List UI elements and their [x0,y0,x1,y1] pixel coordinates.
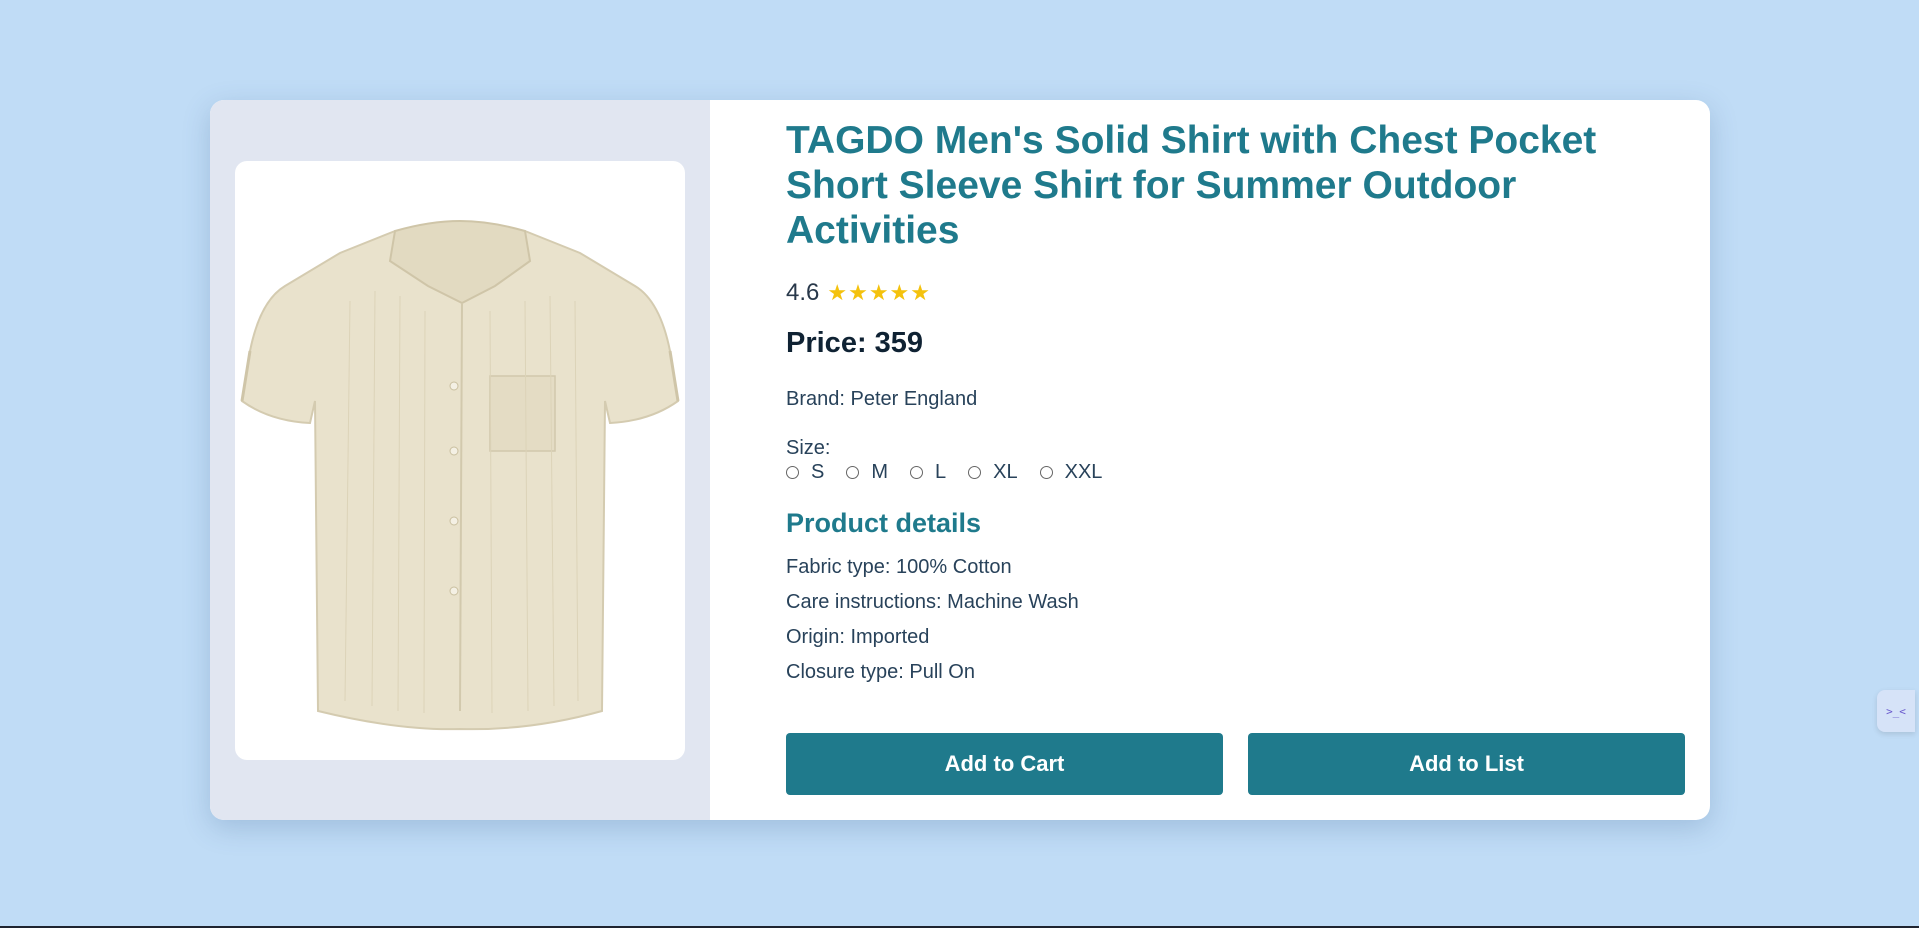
brand: Brand: Peter England [786,388,978,410]
product-card: TAGDO Men's Solid Shirt with Chest Pocke… [210,100,1710,820]
product-image [235,161,685,760]
add-to-list-button[interactable]: Add to List [1248,733,1685,795]
radio-button[interactable] [846,466,860,479]
star-rating-icon: ★★★★★ [827,280,931,305]
size-option-xxl[interactable]: XXL [1039,461,1103,484]
size-option-l[interactable]: L [910,461,946,484]
price: Price: 359 [786,327,924,359]
size-option-label: M [871,461,889,483]
size-option-label: L [935,461,947,483]
size-option-label: S [811,461,825,483]
detail-origin: Origin: Imported [786,626,930,648]
size-options: S M L XL XXL [786,461,1685,484]
detail-fabric: Fabric type: 100% Cotton [786,556,1012,578]
add-to-cart-button[interactable]: Add to Cart [786,733,1223,795]
action-buttons: Add to Cart Add to List [786,733,1685,795]
radio-button[interactable] [1039,466,1053,479]
detail-closure: Closure type: Pull On [786,661,975,683]
size-option-xl[interactable]: XL [968,461,1018,484]
product-details-heading: Product details [786,508,982,538]
info-panel: TAGDO Men's Solid Shirt with Chest Pocke… [710,100,1710,820]
radio-button[interactable] [968,466,982,479]
size-option-label: XXL [1064,461,1103,483]
detail-care: Care instructions: Machine Wash [786,591,1079,613]
size-option-label: XL [993,461,1018,483]
image-panel [210,100,710,820]
product-title: TAGDO Men's Solid Shirt with Chest Pocke… [786,119,1597,252]
size-option-s[interactable]: S [786,461,824,484]
shirt-icon [240,219,680,730]
rating-value: 4.6 [786,279,820,306]
radio-button[interactable] [786,466,799,479]
size-option-m[interactable]: M [846,461,888,484]
radio-button[interactable] [910,466,924,479]
rating: 4.6 ★★★★★ [786,279,1685,307]
size-label: Size: [786,437,831,459]
assistant-icon[interactable]: >_< [1877,690,1915,732]
